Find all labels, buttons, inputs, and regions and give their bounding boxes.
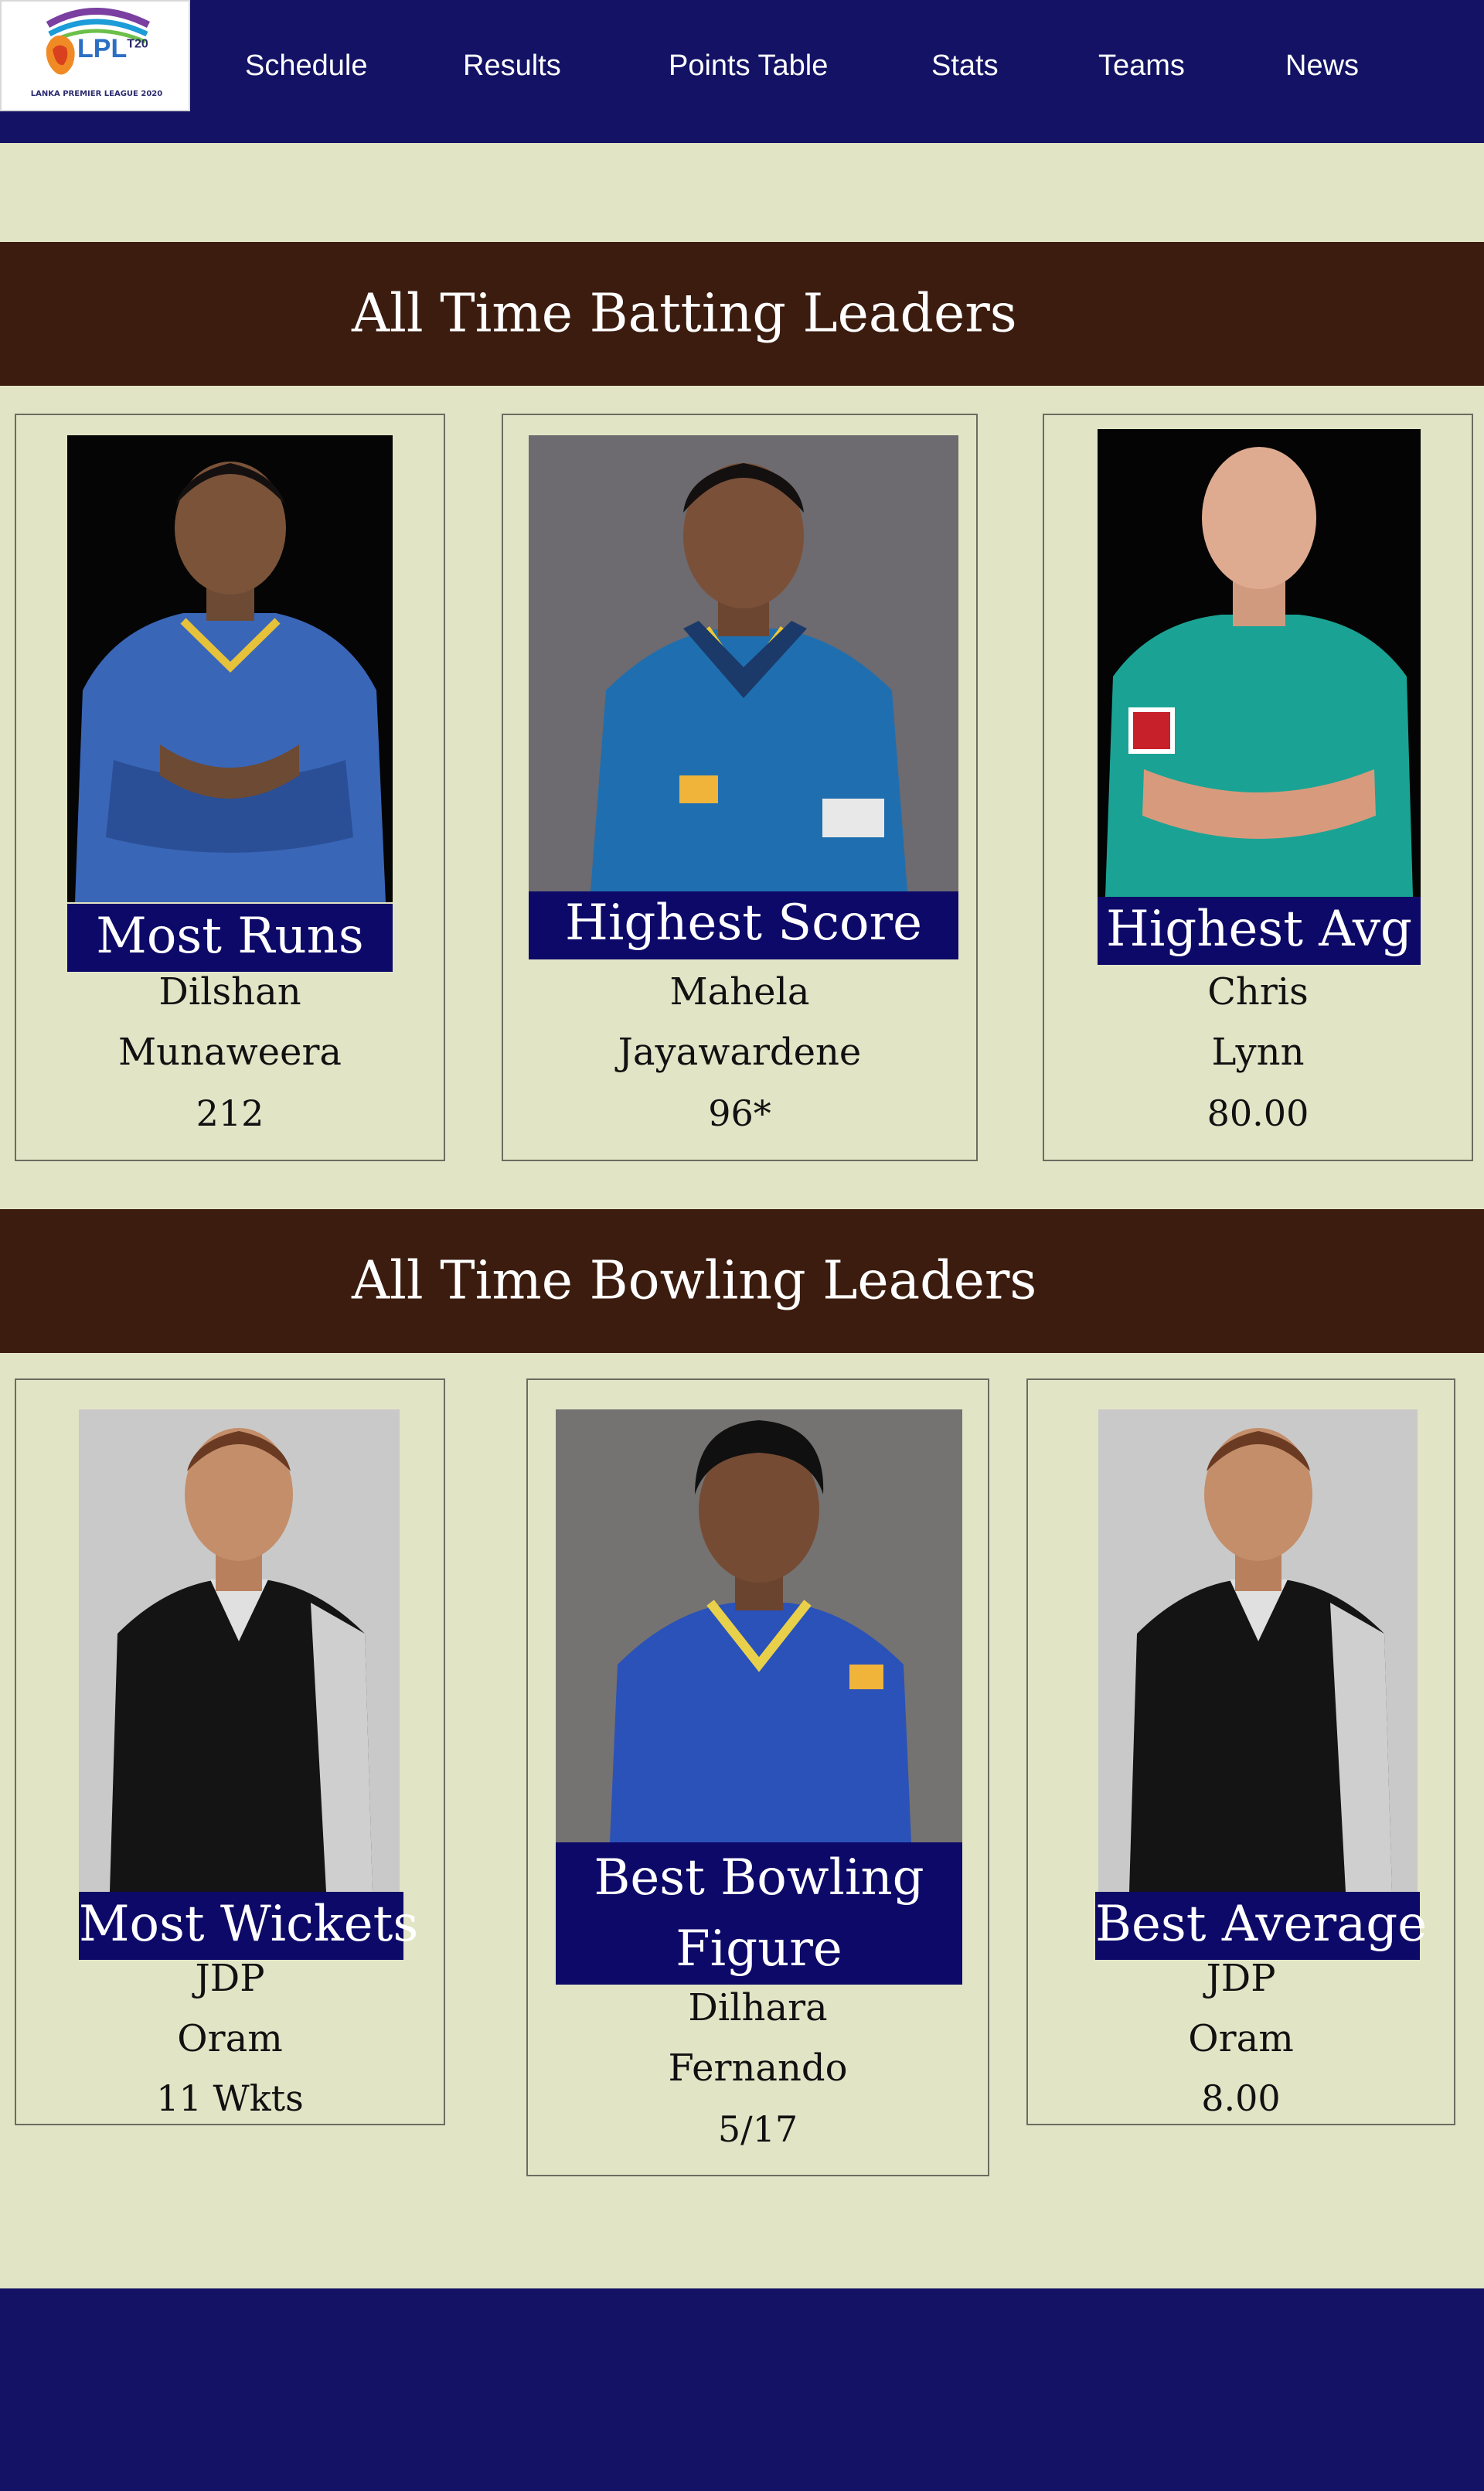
stat-label-line-1: Best Bowling [594, 1849, 924, 1907]
player-first-name: Mahela [669, 970, 810, 1014]
stat-label-badge: Most Runs [67, 904, 393, 972]
player-first-name: Dilshan [158, 970, 301, 1014]
nav-points-table[interactable]: Points Table [669, 49, 828, 83]
lpl-logo[interactable]: LPLT20 LANKA PREMIER LEAGUE 2020 [0, 0, 190, 111]
batting-section-header: All Time Batting Leaders [0, 242, 1484, 386]
player-silhouette-icon [79, 1409, 400, 1892]
logo-superscript: T20 [127, 37, 148, 51]
player-photo [79, 1409, 400, 1892]
player-silhouette-icon [529, 435, 958, 891]
logo-text: LPL [77, 34, 128, 63]
stat-value: 11 Wkts [156, 2077, 304, 2119]
player-first-name: Chris [1207, 970, 1309, 1014]
stat-value: 5/17 [717, 2108, 798, 2150]
top-navbar: LPLT20 LANKA PREMIER LEAGUE 2020 Schedul… [0, 0, 1484, 143]
player-last-name: Munaweera [117, 1031, 342, 1074]
best-average-card[interactable]: Best Average JDP Oram 8.00 [1026, 1378, 1455, 2125]
nav-news[interactable]: News [1285, 49, 1359, 83]
nav-schedule[interactable]: Schedule [245, 49, 367, 83]
most-runs-card[interactable]: Most Runs Dilshan Munaweera 212 [15, 414, 445, 1161]
player-last-name: Jayawardene [618, 1031, 862, 1074]
logo-tagline: LANKA PREMIER LEAGUE 2020 [30, 90, 163, 98]
nav-stats[interactable]: Stats [931, 49, 999, 83]
bowling-section-header: All Time Bowling Leaders [0, 1209, 1484, 1353]
player-last-name: Lynn [1211, 1031, 1305, 1074]
player-first-name: Dilhara [688, 1986, 828, 2029]
player-silhouette-icon [67, 435, 393, 902]
stat-label-badge: Highest Score [529, 891, 958, 959]
stat-value: 212 [196, 1092, 264, 1134]
highest-avg-card[interactable]: Highest Avg Chris Lynn 80.00 [1043, 414, 1473, 1161]
stat-value: 96* [708, 1092, 771, 1134]
player-silhouette-icon [556, 1409, 962, 1842]
nav-results[interactable]: Results [463, 49, 561, 83]
stat-label-badge: Most Wickets [79, 1892, 418, 1960]
player-last-name: Oram [1188, 2017, 1294, 2060]
batting-section-title: All Time Batting Leaders [352, 283, 1017, 345]
player-last-name: Oram [177, 2017, 283, 2060]
stat-label-line-2: Figure [676, 1920, 842, 1978]
best-bowling-figure-card[interactable]: Best Bowling Figure Dilhara Fernando 5/1… [526, 1378, 989, 2176]
player-photo [1098, 1409, 1418, 1892]
stat-value: 80.00 [1207, 1092, 1309, 1134]
most-wickets-card[interactable]: Most Wickets JDP Oram 11 Wkts [15, 1378, 445, 2125]
stat-label-badge: Best Average [1095, 1892, 1427, 1960]
stat-label-badge: Best Bowling Figure [556, 1842, 962, 1985]
player-first-name: JDP [195, 1957, 265, 2000]
player-last-name: Fernando [668, 2046, 848, 2090]
stat-label-badge: Highest Avg [1098, 897, 1421, 965]
player-silhouette-icon [1098, 1409, 1418, 1892]
player-silhouette-icon [1098, 429, 1421, 897]
bowling-section-title: All Time Bowling Leaders [352, 1250, 1037, 1312]
highest-score-card[interactable]: Highest Score Mahela Jayawardene 96* [502, 414, 978, 1161]
player-photo [529, 435, 958, 891]
stat-value: 8.00 [1201, 2077, 1281, 2119]
player-first-name: JDP [1206, 1957, 1276, 2000]
nav-teams[interactable]: Teams [1098, 49, 1185, 83]
player-photo [556, 1409, 962, 1842]
player-photo [1098, 429, 1421, 897]
page-footer [0, 2288, 1484, 2491]
player-photo [67, 435, 393, 902]
